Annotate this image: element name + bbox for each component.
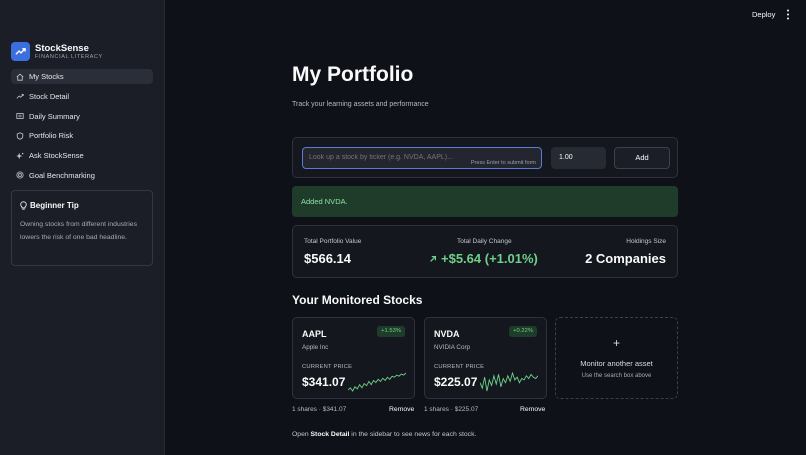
- add-stock-form: Press Enter to submit form 1.00 Add: [292, 137, 678, 178]
- sidebar-item-ask-stocksense[interactable]: Ask StockSense: [11, 148, 153, 163]
- stock-card-nvda[interactable]: NVDA +0.22% NVIDIA Corp CURRENT PRICE $2…: [424, 317, 547, 399]
- sidebar-item-stock-detail[interactable]: Stock Detail: [11, 89, 153, 104]
- holding-summary: 1 shares · $341.07: [292, 406, 347, 413]
- total-value-label: Total Portfolio Value: [304, 238, 362, 245]
- footer-note-suffix: in the sidebar to see news for each stoc…: [349, 431, 477, 438]
- newspaper-icon: [16, 112, 24, 120]
- page-subtitle: Track your learning assets and performan…: [292, 101, 429, 108]
- sidebar-item-goal-benchmarking[interactable]: Goal Benchmarking: [11, 168, 153, 183]
- trend-up-icon: [11, 42, 30, 61]
- sidebar-item-label: My Stocks: [29, 72, 64, 81]
- more-vertical-icon[interactable]: [785, 9, 791, 21]
- price-label: CURRENT PRICE: [302, 364, 353, 370]
- company-name: Apple Inc: [302, 344, 329, 351]
- monitor-another-asset-card[interactable]: + Monitor another asset Use the search b…: [555, 317, 678, 399]
- home-icon: [16, 73, 24, 81]
- search-field[interactable]: Press Enter to submit form: [302, 147, 542, 169]
- quantity-input[interactable]: 1.00: [551, 147, 606, 169]
- stock-ticker: AAPL: [302, 329, 327, 339]
- deploy-button[interactable]: Deploy: [752, 10, 775, 19]
- page-title: My Portfolio: [292, 63, 414, 86]
- trend-line-icon: [16, 92, 24, 100]
- arrow-up-right-icon: [429, 255, 437, 263]
- sidebar-item-label: Portfolio Risk: [29, 131, 74, 141]
- daily-change: +$5.64 (+1.01%): [429, 251, 538, 266]
- success-alert: Added NVDA.: [292, 186, 678, 217]
- sidebar-item-label: Ask StockSense: [29, 151, 84, 161]
- add-card-subtitle: Use the search box above: [581, 373, 652, 379]
- remove-button[interactable]: Remove: [389, 406, 414, 413]
- sidebar-item-my-stocks[interactable]: My Stocks: [11, 69, 153, 84]
- sidebar-item-label: Stock Detail: [29, 91, 70, 101]
- section-title: Your Monitored Stocks: [292, 293, 423, 307]
- beginner-tip-card: Beginner Tip Owning stocks from differen…: [11, 190, 153, 266]
- app-tagline: FINANCIAL LITERACY: [35, 53, 103, 60]
- sidebar-item-label: Daily Summary: [29, 111, 80, 121]
- footer-note: Open Stock Detail in the sidebar to see …: [292, 431, 476, 438]
- stock-ticker: NVDA: [434, 329, 460, 339]
- daily-change-label: Total Daily Change: [457, 238, 512, 245]
- daily-change-value: +$5.64 (+1.01%): [441, 251, 538, 266]
- sparkline-chart: [480, 372, 538, 392]
- sparkline-chart: [348, 372, 406, 392]
- tip-text: Owning stocks from different industries …: [20, 221, 137, 241]
- stock-card-aapl[interactable]: AAPL +1.53% Apple Inc CURRENT PRICE $341…: [292, 317, 415, 399]
- total-value: $566.14: [304, 251, 351, 266]
- holding-summary: 1 shares · $225.07: [424, 406, 479, 413]
- sidebar-item-label: Goal Benchmarking: [29, 170, 95, 180]
- current-price: $225.07: [434, 375, 478, 389]
- lightbulb-icon: [20, 201, 27, 210]
- plus-icon: +: [612, 336, 620, 350]
- sparkline-line: [348, 372, 406, 392]
- company-name: NVIDIA Corp: [434, 344, 471, 351]
- add-button[interactable]: Add: [614, 147, 670, 169]
- brand[interactable]: StockSense FINANCIAL LITERACY: [11, 42, 103, 61]
- sidebar-item-portfolio-risk[interactable]: Portfolio Risk: [11, 128, 153, 143]
- portfolio-summary: Total Portfolio Value $566.14 Total Dail…: [292, 225, 678, 278]
- holdings-label: Holdings Size: [626, 238, 666, 245]
- sidebar-nav: My Stocks Stock Detail Daily Summary Por…: [11, 69, 153, 188]
- sparkline-line: [480, 372, 538, 392]
- add-card-title: Monitor another asset: [580, 359, 653, 368]
- sidebar-item-daily-summary[interactable]: Daily Summary: [11, 109, 153, 124]
- target-icon: [16, 171, 24, 180]
- footer-note-prefix: Open: [292, 431, 311, 438]
- remove-button[interactable]: Remove: [520, 406, 545, 413]
- tip-title: Beginner Tip: [30, 201, 79, 210]
- sparkles-icon: [16, 152, 24, 160]
- change-badge: +1.53%: [377, 326, 405, 337]
- search-hint: Press Enter to submit form: [470, 160, 536, 166]
- price-label: CURRENT PRICE: [434, 364, 485, 370]
- app-name: StockSense: [35, 42, 89, 54]
- holdings-value: 2 Companies: [585, 251, 666, 266]
- current-price: $341.07: [302, 375, 346, 389]
- shield-icon: [16, 132, 24, 140]
- footer-note-link: Stock Detail: [310, 431, 350, 438]
- change-badge: +0.22%: [509, 326, 537, 337]
- sidebar: StockSense FINANCIAL LITERACY My Stocks …: [0, 0, 165, 455]
